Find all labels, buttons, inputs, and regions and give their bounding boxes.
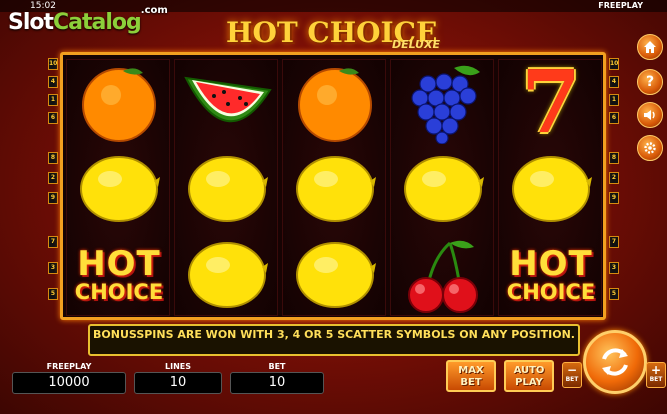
payline-indicator-7[interactable]: 7 xyxy=(609,236,619,248)
max-bet-line2: BET xyxy=(460,377,482,388)
payline-indicator-5[interactable]: 5 xyxy=(609,288,619,300)
payline-indicator-1[interactable]: 1 xyxy=(48,94,58,106)
symbol-orange xyxy=(67,60,171,146)
settings-button[interactable] xyxy=(637,135,663,161)
symbol-orange xyxy=(283,60,387,146)
symbol-lemon xyxy=(175,232,279,318)
freeplay-balance: 10000 xyxy=(12,372,126,394)
symbol-lemon xyxy=(67,146,171,232)
lemon-icon xyxy=(404,156,484,222)
symbol-hot-choice-scatter: HOT CHOICE xyxy=(499,232,603,318)
settings-icon xyxy=(644,142,656,154)
symbol-seven: 7 xyxy=(499,60,603,146)
bet-decrease-label: BET xyxy=(565,376,579,383)
lines-value: 10 xyxy=(134,372,222,394)
logo-part2: Catalog xyxy=(53,10,142,35)
lemon-icon xyxy=(512,156,592,222)
plus-icon: + xyxy=(650,363,662,377)
payline-indicator-1[interactable]: 1 xyxy=(609,94,619,106)
payline-indicator-3[interactable]: 3 xyxy=(609,262,619,274)
payline-indicator-6[interactable]: 6 xyxy=(48,112,58,124)
bet-value: 10 xyxy=(230,372,324,394)
reel-2 xyxy=(174,59,278,316)
symbol-lemon xyxy=(391,146,495,232)
hot-choice-scatter: HOT CHOICE xyxy=(507,247,595,303)
scatter-line1: HOT xyxy=(77,244,161,284)
payline-indicator-10[interactable]: 10 xyxy=(48,58,58,70)
symbol-lemon xyxy=(283,146,387,232)
symbol-lemon xyxy=(499,146,603,232)
payline-indicator-7[interactable]: 7 xyxy=(48,236,58,248)
scatter-line2: CHOICE xyxy=(74,280,164,304)
orange-icon xyxy=(82,68,156,142)
logo-part1: Slot xyxy=(8,10,54,35)
symbol-grapes xyxy=(391,60,495,146)
grapes-icon xyxy=(411,65,480,144)
hot-choice-scatter: HOT CHOICE xyxy=(75,247,163,303)
help-button[interactable]: ? xyxy=(637,69,663,95)
reels-frame: HOT CHOICE 7 HOT CHOICE xyxy=(60,52,606,320)
payline-indicators-right: 10 4 1 6 8 2 9 7 3 5 xyxy=(609,58,619,308)
max-bet-button[interactable]: MAX BET xyxy=(446,360,496,392)
game-subtitle: DELUXE xyxy=(392,38,440,51)
bet-increase-label: BET xyxy=(649,376,663,383)
payline-indicator-8[interactable]: 8 xyxy=(48,152,58,164)
lemon-icon xyxy=(80,156,160,222)
freeplay-mode-label: FREEPLAY xyxy=(598,1,643,10)
cherries-icon xyxy=(408,240,478,313)
payline-indicator-4[interactable]: 4 xyxy=(609,76,619,88)
auto-play-line1: AUTO xyxy=(513,365,545,376)
slotcatalog-logo: SlotCatalog.com xyxy=(8,5,168,35)
help-icon: ? xyxy=(645,74,655,90)
lemon-icon xyxy=(296,242,376,308)
info-message: BONUSSPINS ARE WON WITH 3, 4 OR 5 SCATTE… xyxy=(88,324,580,356)
symbol-cherries xyxy=(391,232,495,318)
bet-decrease-button[interactable]: − BET xyxy=(562,362,582,388)
payline-indicator-5[interactable]: 5 xyxy=(48,288,58,300)
spin-icon xyxy=(602,348,628,376)
reel-4 xyxy=(390,59,494,316)
payline-indicator-8[interactable]: 8 xyxy=(609,152,619,164)
payline-indicator-9[interactable]: 9 xyxy=(609,192,619,204)
reel-1: HOT CHOICE xyxy=(66,59,170,316)
spin-button[interactable] xyxy=(583,330,647,394)
orange-icon xyxy=(298,68,372,142)
payline-indicator-3[interactable]: 3 xyxy=(48,262,58,274)
minus-icon: − xyxy=(566,363,578,377)
sound-button[interactable] xyxy=(637,102,663,128)
sound-icon xyxy=(644,110,655,120)
symbol-lemon xyxy=(283,232,387,318)
payline-indicator-4[interactable]: 4 xyxy=(48,76,58,88)
logo-suffix: .com xyxy=(140,4,168,16)
payline-indicator-6[interactable]: 6 xyxy=(609,112,619,124)
home-icon xyxy=(644,41,656,53)
reel-5: 7 HOT CHOICE xyxy=(498,59,602,316)
payline-indicator-9[interactable]: 9 xyxy=(48,192,58,204)
lemon-icon xyxy=(188,242,268,308)
freeplay-label: FREEPLAY xyxy=(46,362,92,371)
bet-increase-button[interactable]: + BET xyxy=(646,362,666,388)
symbol-lemon xyxy=(175,146,279,232)
home-button[interactable] xyxy=(637,34,663,60)
lemon-icon xyxy=(188,156,268,222)
lines-label: LINES xyxy=(165,362,191,371)
payline-indicator-10[interactable]: 10 xyxy=(609,58,619,70)
symbol-watermelon xyxy=(175,60,279,146)
payline-indicators-left: 10 4 1 6 8 2 9 7 3 5 xyxy=(48,58,58,308)
scatter-line2: CHOICE xyxy=(506,280,596,304)
lemon-icon xyxy=(296,156,376,222)
symbol-hot-choice-scatter: HOT CHOICE xyxy=(67,232,171,318)
scatter-line1: HOT xyxy=(509,244,593,284)
seven-icon: 7 xyxy=(521,52,581,153)
reel-3 xyxy=(282,59,386,316)
auto-play-line2: PLAY xyxy=(515,377,543,388)
bet-label: BET xyxy=(268,362,286,371)
auto-play-button[interactable]: AUTO PLAY xyxy=(504,360,554,392)
payline-indicator-2[interactable]: 2 xyxy=(48,172,58,184)
watermelon-icon xyxy=(184,76,272,122)
payline-indicator-2[interactable]: 2 xyxy=(609,172,619,184)
max-bet-line1: MAX xyxy=(458,365,484,376)
